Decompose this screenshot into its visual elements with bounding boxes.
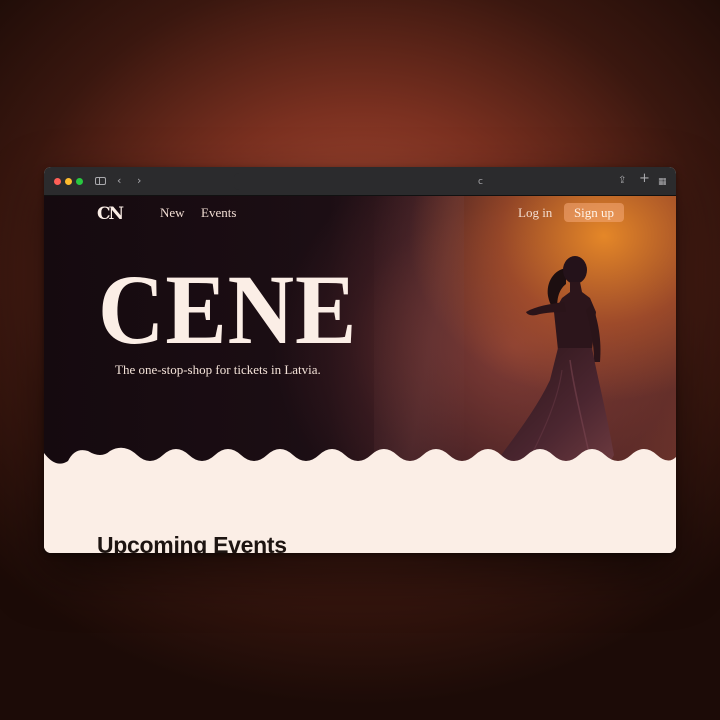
minimize-window-button[interactable] [65,178,72,185]
address-bar[interactable] [234,173,484,190]
tab-overview-icon[interactable]: ▦ [658,175,667,189]
web-page: CN New Events Log in Sign up CENE The on… [44,196,676,553]
close-window-button[interactable] [54,178,61,185]
new-tab-icon[interactable]: + [639,172,650,186]
browser-toolbar: ‹ › c ⇪ + ▦ [44,167,676,196]
browser-window: ‹ › c ⇪ + ▦ CN New Events Log in Sign up… [44,167,676,553]
zoom-window-button[interactable] [76,178,83,185]
hero-title: CENE [98,254,358,365]
login-link[interactable]: Log in [518,205,552,221]
site-logo[interactable]: CN [97,204,124,224]
sidebar-icon[interactable] [95,177,106,185]
upcoming-events-heading: Upcoming Events [97,532,287,553]
nav-link-new[interactable]: New [160,205,185,221]
signup-button[interactable]: Sign up [564,203,624,222]
back-icon[interactable]: ‹ [117,174,121,188]
hero-tagline: The one-stop-shop for tickets in Latvia. [115,362,321,377]
forward-icon[interactable]: › [137,174,141,188]
nav-link-events[interactable]: Events [201,205,236,221]
share-icon[interactable]: ⇪ [618,174,626,188]
stage-light-beam [374,196,464,466]
dancer-silhouette [494,256,614,465]
reload-icon[interactable]: c [478,175,483,189]
